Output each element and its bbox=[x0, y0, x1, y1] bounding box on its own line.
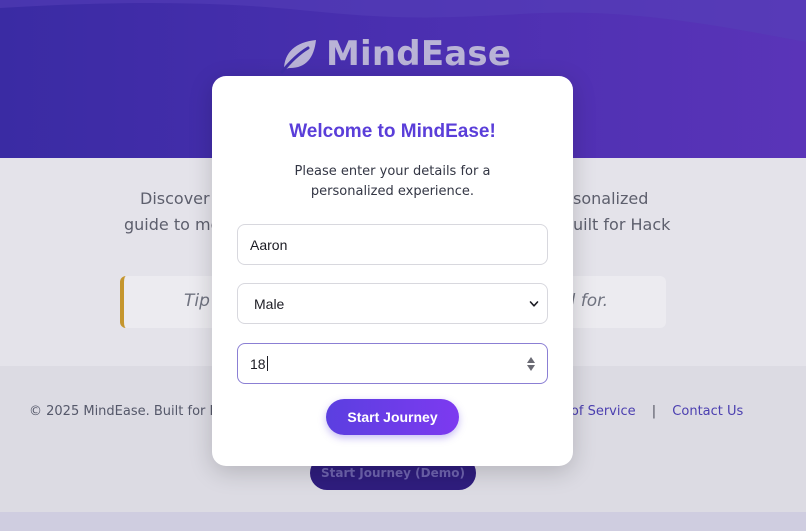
name-input[interactable] bbox=[237, 224, 548, 265]
chevron-down-icon bbox=[529, 300, 539, 307]
gender-selected-value: Male bbox=[254, 295, 285, 312]
welcome-modal: Welcome to MindEase! Please enter your d… bbox=[212, 76, 573, 466]
footer-separator: | bbox=[651, 404, 657, 419]
intro-line-1-left: Discover bbox=[140, 189, 210, 208]
spin-up-icon[interactable] bbox=[527, 356, 535, 363]
footer-links: s of Service | Contact Us bbox=[560, 404, 743, 419]
contact-us-link[interactable]: Contact Us bbox=[672, 404, 743, 419]
bottom-strip bbox=[0, 512, 806, 531]
intro-line-2-right: uilt for Hack bbox=[573, 215, 671, 234]
brand-name: MindEase bbox=[326, 34, 512, 74]
modal-title: Welcome to MindEase! bbox=[289, 121, 496, 142]
leaf-icon bbox=[280, 40, 316, 74]
age-input[interactable]: 18 bbox=[237, 343, 548, 384]
gender-select[interactable]: Male bbox=[237, 283, 548, 324]
modal-description: Please enter your details for a personal… bbox=[294, 164, 491, 199]
tip-label: Tip bbox=[184, 291, 210, 311]
tip-text-tail: l for. bbox=[570, 291, 608, 311]
number-spinner[interactable] bbox=[527, 356, 535, 371]
intro-line-1-right: sonalized bbox=[573, 189, 649, 208]
start-journey-button[interactable]: Start Journey bbox=[326, 399, 459, 435]
age-value: 18 bbox=[250, 355, 266, 372]
intro-line-2-left: guide to mo bbox=[124, 215, 221, 234]
footer-copyright: © 2025 MindEase. Built for Hac bbox=[29, 404, 235, 419]
age-value-wrap: 18 bbox=[250, 356, 268, 372]
brand-logo[interactable]: MindEase bbox=[278, 34, 511, 74]
spin-down-icon[interactable] bbox=[527, 364, 535, 371]
text-cursor bbox=[266, 356, 268, 371]
